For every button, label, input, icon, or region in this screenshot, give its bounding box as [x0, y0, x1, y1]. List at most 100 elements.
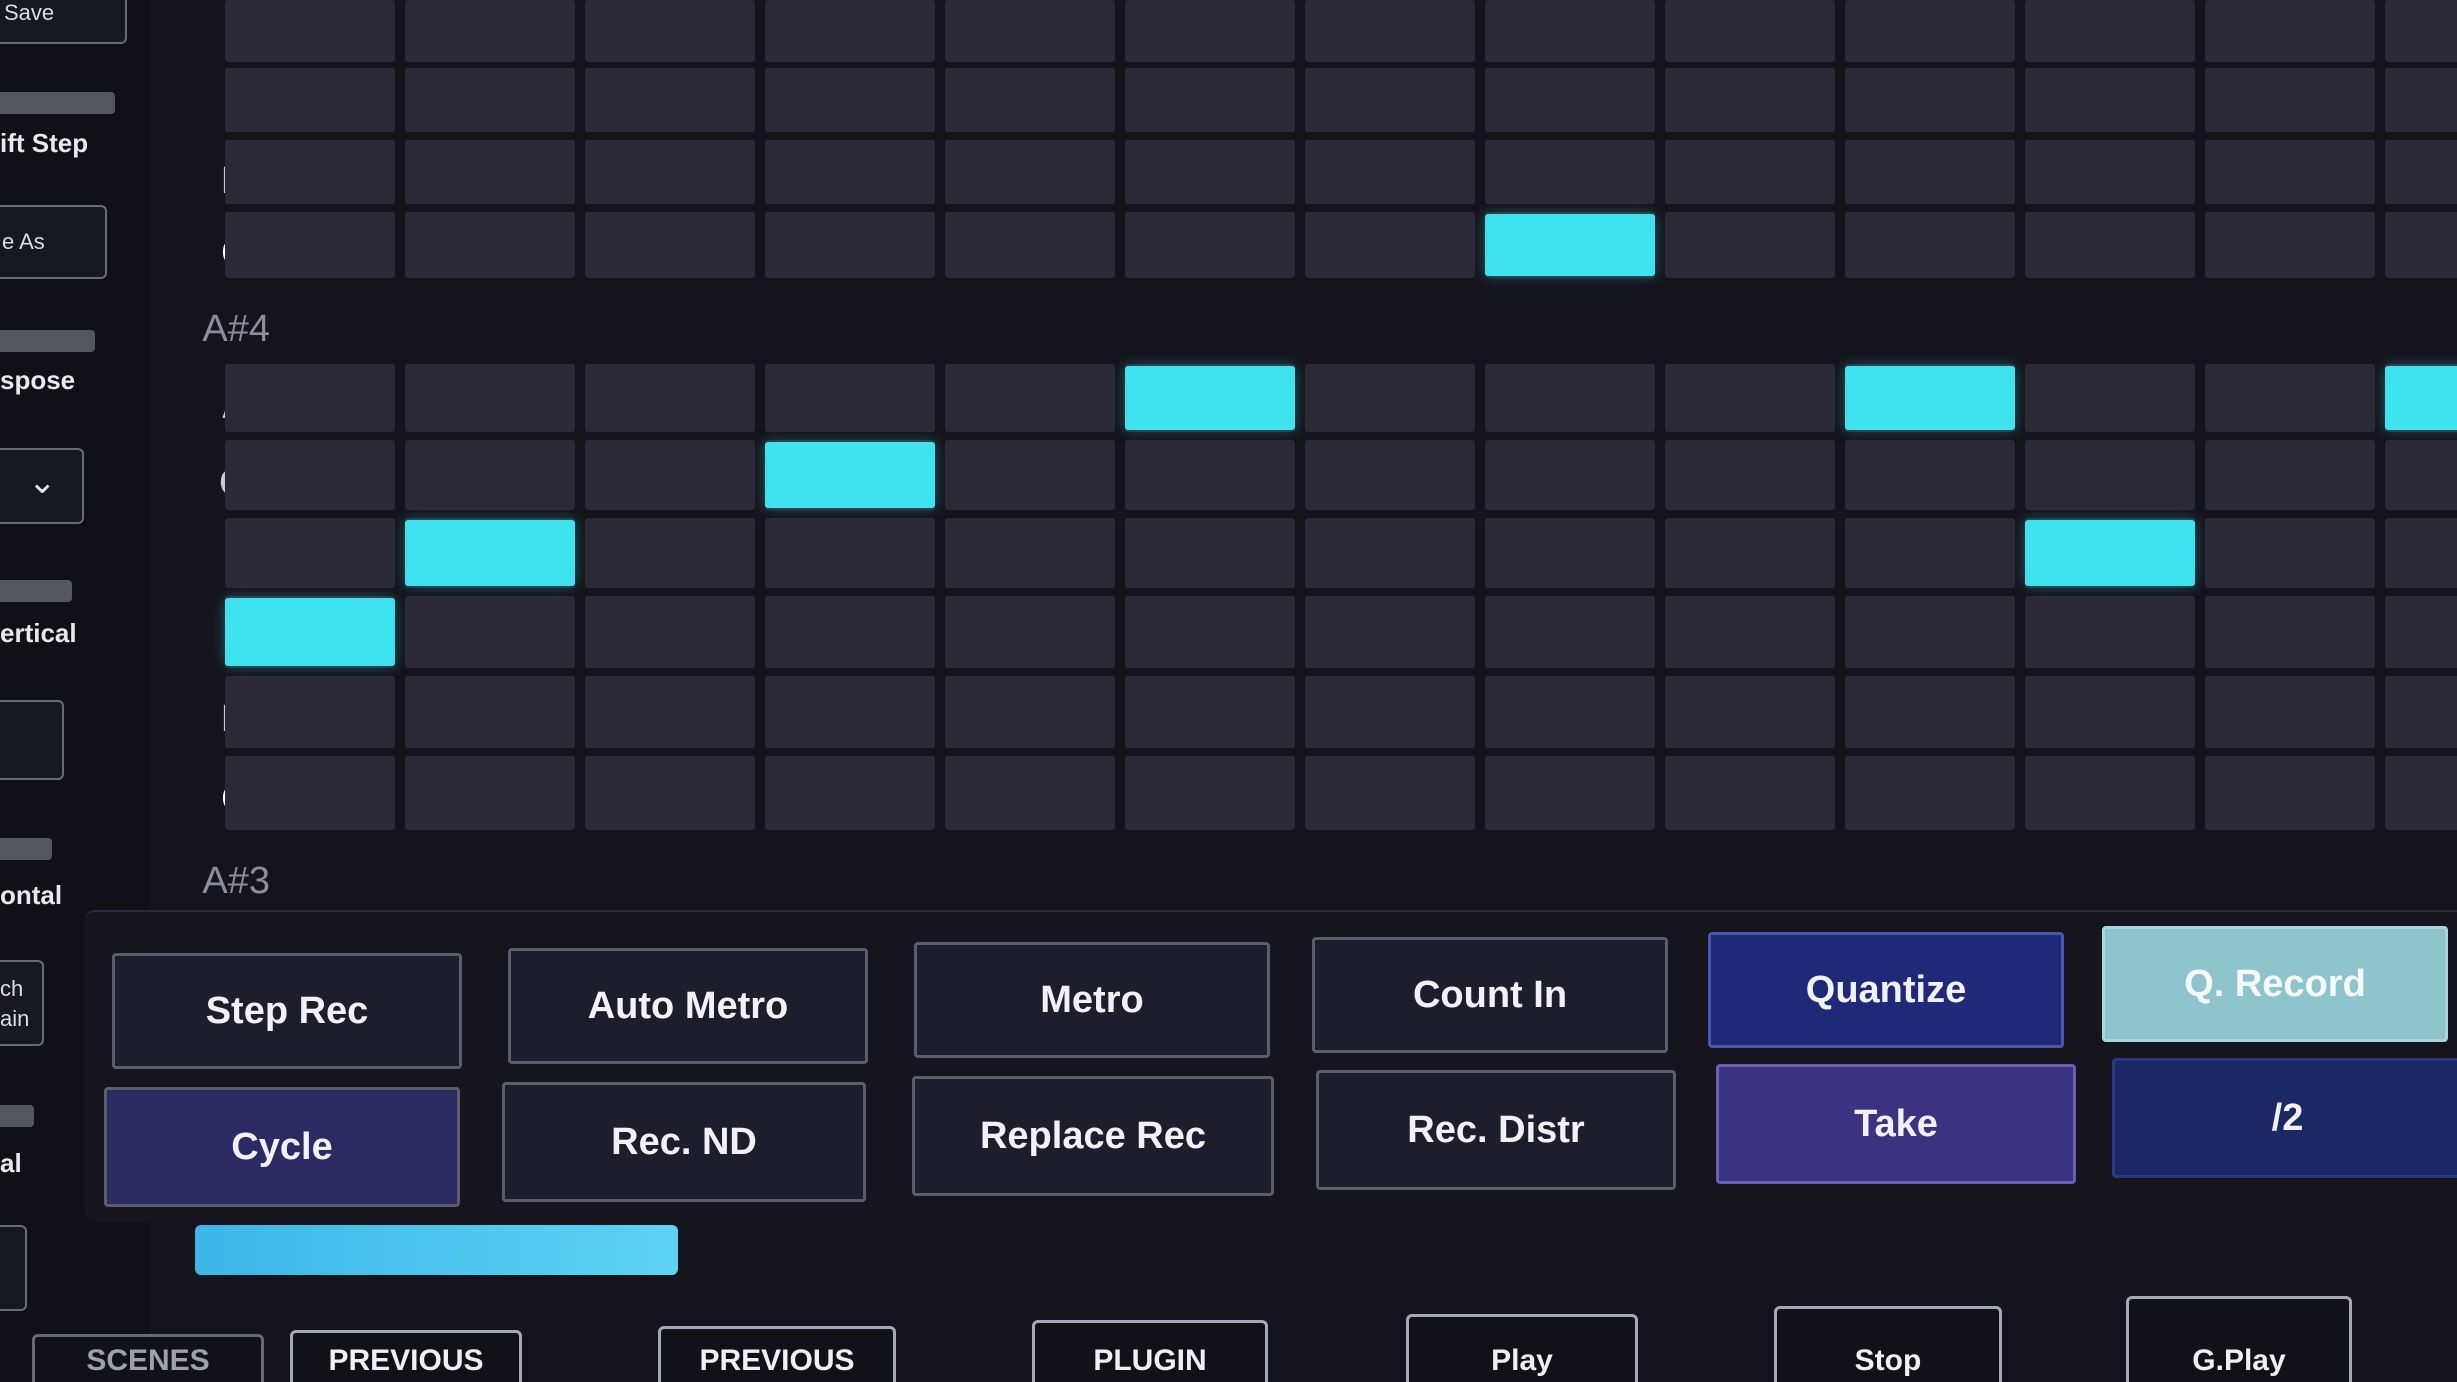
progress-bar[interactable]	[195, 1225, 2295, 1275]
grid-cell[interactable]	[2385, 0, 2457, 62]
grid-cell[interactable]	[585, 596, 755, 668]
grid-cell[interactable]	[225, 440, 395, 510]
rec-nd-button[interactable]: Rec. ND	[502, 1082, 866, 1202]
grid-cell[interactable]	[2205, 68, 2375, 132]
plugin-button[interactable]: PLUGIN	[1032, 1320, 1268, 1382]
grid-cell[interactable]	[765, 0, 935, 62]
grid-cell[interactable]	[1845, 596, 2015, 668]
grid-cell[interactable]	[1485, 0, 1655, 62]
grid-cell[interactable]	[2385, 212, 2457, 278]
rec-distr-button[interactable]: Rec. Distr	[1316, 1070, 1676, 1190]
grid-cell[interactable]	[1665, 756, 1835, 830]
grid-cell[interactable]	[1485, 596, 1655, 668]
grid-cell[interactable]	[2385, 676, 2457, 748]
grid-cell[interactable]	[1125, 676, 1295, 748]
active-note-block[interactable]	[2385, 366, 2457, 430]
grid-cell[interactable]	[765, 212, 935, 278]
grid-cell[interactable]	[2205, 212, 2375, 278]
grid-cell[interactable]	[405, 596, 575, 668]
grid-cell[interactable]	[405, 0, 575, 62]
grid-cell[interactable]	[2025, 212, 2195, 278]
grid-cell[interactable]	[405, 140, 575, 204]
grid-cell[interactable]	[1305, 68, 1475, 132]
grid-cell[interactable]	[1485, 364, 1655, 432]
grid-cell[interactable]	[1665, 364, 1835, 432]
count-in-button[interactable]: Count In	[1312, 937, 1668, 1053]
auto-metro-button[interactable]: Auto Metro	[508, 948, 868, 1064]
grid-cell[interactable]	[1125, 140, 1295, 204]
grid-cell[interactable]	[1665, 596, 1835, 668]
grid-cell[interactable]	[1125, 518, 1295, 588]
q-record-button[interactable]: Q. Record	[2102, 926, 2448, 1042]
grid-cell[interactable]	[405, 212, 575, 278]
take-button[interactable]: Take	[1716, 1064, 2076, 1184]
grid-cell[interactable]	[1485, 676, 1655, 748]
grid-cell[interactable]	[585, 0, 755, 62]
metro-button[interactable]: Metro	[914, 942, 1270, 1058]
quantize-button[interactable]: Quantize	[1708, 932, 2064, 1048]
active-note-block[interactable]	[1125, 366, 1295, 430]
grid-cell[interactable]	[765, 364, 935, 432]
grid-cell[interactable]	[2025, 596, 2195, 668]
grid-cell[interactable]	[1305, 756, 1475, 830]
grid-cell[interactable]	[225, 212, 395, 278]
grid-cell[interactable]	[2025, 756, 2195, 830]
grid-cell[interactable]	[765, 756, 935, 830]
grid-cell[interactable]	[2025, 440, 2195, 510]
grid-cell[interactable]	[2025, 364, 2195, 432]
grid-cell[interactable]	[585, 440, 755, 510]
grid-cell[interactable]	[585, 140, 755, 204]
grid-cell[interactable]	[2205, 0, 2375, 62]
touch-button[interactable]: ch ain	[0, 960, 44, 1046]
grid-cell[interactable]	[2385, 140, 2457, 204]
grid-cell[interactable]	[585, 68, 755, 132]
gplay-button[interactable]: G.Play	[2126, 1296, 2352, 1382]
play-button[interactable]: Play	[1406, 1314, 1638, 1382]
grid-cell[interactable]	[1665, 212, 1835, 278]
grid-cell[interactable]	[1125, 756, 1295, 830]
grid-cell[interactable]	[1125, 440, 1295, 510]
grid-cell[interactable]	[1305, 140, 1475, 204]
grid-cell[interactable]	[225, 364, 395, 432]
dropdown-button[interactable]: ⌄	[0, 448, 84, 524]
grid-cell[interactable]	[1845, 140, 2015, 204]
grid-cell[interactable]	[2205, 596, 2375, 668]
grid-cell[interactable]	[585, 518, 755, 588]
replace-rec-button[interactable]: Replace Rec	[912, 1076, 1274, 1196]
piano-roll-grid[interactable]	[225, 0, 2457, 910]
cycle-button[interactable]: Cycle	[104, 1087, 460, 1207]
grid-cell[interactable]	[585, 756, 755, 830]
grid-cell[interactable]	[405, 440, 575, 510]
grid-cell[interactable]	[1665, 140, 1835, 204]
grid-cell[interactable]	[945, 596, 1115, 668]
previous-button-2[interactable]: PREVIOUS	[658, 1326, 896, 1382]
active-note-block[interactable]	[225, 598, 395, 666]
grid-cell[interactable]	[225, 140, 395, 204]
active-note-block[interactable]	[2025, 520, 2195, 586]
grid-cell[interactable]	[1485, 68, 1655, 132]
active-note-block[interactable]	[765, 442, 935, 508]
grid-cell[interactable]	[1305, 212, 1475, 278]
active-note-block[interactable]	[1845, 366, 2015, 430]
grid-cell[interactable]	[405, 68, 575, 132]
grid-cell[interactable]	[945, 440, 1115, 510]
grid-cell[interactable]	[2205, 140, 2375, 204]
grid-cell[interactable]	[1665, 518, 1835, 588]
grid-cell[interactable]	[1485, 756, 1655, 830]
half-button[interactable]: /2	[2112, 1058, 2457, 1178]
grid-cell[interactable]	[1665, 440, 1835, 510]
grid-cell[interactable]	[1845, 212, 2015, 278]
grid-cell[interactable]	[225, 518, 395, 588]
grid-cell[interactable]	[2205, 676, 2375, 748]
grid-cell[interactable]	[1845, 440, 2015, 510]
grid-cell[interactable]	[1845, 518, 2015, 588]
grid-cell[interactable]	[1305, 676, 1475, 748]
grid-cell[interactable]	[1485, 518, 1655, 588]
grid-cell[interactable]	[1305, 364, 1475, 432]
grid-cell[interactable]	[2385, 596, 2457, 668]
grid-cell[interactable]	[945, 140, 1115, 204]
scenes-button[interactable]: SCENES	[32, 1334, 264, 1382]
grid-cell[interactable]	[765, 596, 935, 668]
grid-cell[interactable]	[585, 676, 755, 748]
grid-cell[interactable]	[2385, 440, 2457, 510]
